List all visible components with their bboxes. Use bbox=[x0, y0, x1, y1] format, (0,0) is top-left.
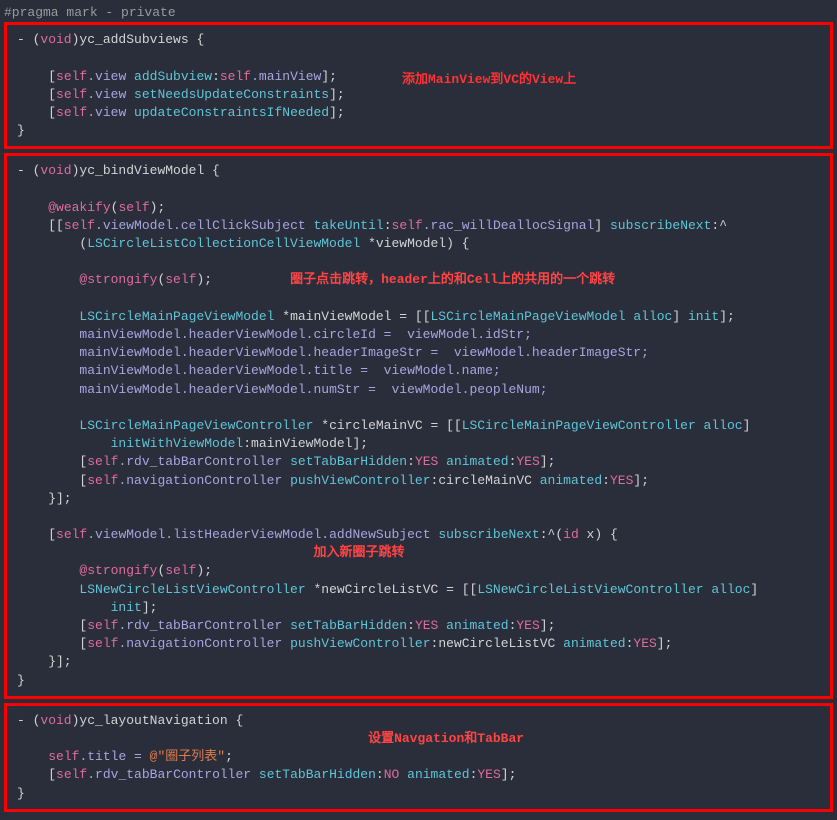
close: }]; bbox=[17, 653, 820, 671]
annotation: 加入新圈子跳转 bbox=[17, 544, 820, 562]
code-line: [self.navigationController pushViewContr… bbox=[17, 635, 820, 653]
code-line: LSNewCircleListViewController *newCircle… bbox=[17, 581, 820, 599]
code-line: [self.rdv_tabBarController setTabBarHidd… bbox=[17, 766, 820, 784]
close-brace: } bbox=[17, 785, 820, 803]
method-sig: - (void)yc_addSubviews { bbox=[17, 31, 820, 49]
blank bbox=[17, 508, 820, 526]
section-layoutnav: - (void)yc_layoutNavigation { 设置Navgatio… bbox=[4, 703, 833, 812]
blank bbox=[17, 399, 820, 417]
pragma-line: #pragma mark - private bbox=[4, 4, 833, 22]
code-line: self.title = @"圈子列表"; bbox=[17, 748, 820, 766]
blank bbox=[17, 253, 820, 271]
code-line: [self.viewModel.listHeaderViewModel.addN… bbox=[17, 526, 820, 544]
annotation: 设置Navgation和TabBar bbox=[17, 730, 820, 748]
method-sig: - (void)yc_layoutNavigation { bbox=[17, 712, 820, 730]
method-sig: - (void)yc_bindViewModel { bbox=[17, 162, 820, 180]
code-line: [self.navigationController pushViewContr… bbox=[17, 472, 820, 490]
code-line: [self.rdv_tabBarController setTabBarHidd… bbox=[17, 617, 820, 635]
blank bbox=[17, 290, 820, 308]
blank bbox=[17, 181, 820, 199]
close: }]; bbox=[17, 490, 820, 508]
code-line: @strongify(self); 圈子点击跳转，header上的和Cell上的… bbox=[17, 271, 820, 289]
code-line: [self.rdv_tabBarController setTabBarHidd… bbox=[17, 453, 820, 471]
code-line: mainViewModel.headerViewModel.circleId =… bbox=[17, 326, 820, 344]
code-line: initWithViewModel:mainViewModel]; bbox=[17, 435, 820, 453]
code-line: @strongify(self); bbox=[17, 562, 820, 580]
close-brace: } bbox=[17, 122, 820, 140]
code-line: mainViewModel.headerViewModel.title = vi… bbox=[17, 362, 820, 380]
code-line: mainViewModel.headerViewModel.numStr = v… bbox=[17, 381, 820, 399]
close-brace: } bbox=[17, 672, 820, 690]
code-line: init]; bbox=[17, 599, 820, 617]
code-line: @weakify(self); bbox=[17, 199, 820, 217]
code-line: [self.view updateConstraintsIfNeeded]; bbox=[17, 104, 820, 122]
code-line: LSCircleMainPageViewController *circleMa… bbox=[17, 417, 820, 435]
section-bindviewmodel: - (void)yc_bindViewModel { @weakify(self… bbox=[4, 153, 833, 698]
code-line: mainViewModel.headerViewModel.headerImag… bbox=[17, 344, 820, 362]
section-addsubviews: - (void)yc_addSubviews { [self.view addS… bbox=[4, 22, 833, 149]
code-line: [[self.viewModel.cellClickSubject takeUn… bbox=[17, 217, 820, 235]
code-line: (LSCircleListCollectionCellViewModel *vi… bbox=[17, 235, 820, 253]
blank bbox=[17, 49, 820, 67]
annotation-text: 添加MainView到VC的View上 bbox=[402, 71, 576, 89]
code-line: LSCircleMainPageViewModel *mainViewModel… bbox=[17, 308, 820, 326]
